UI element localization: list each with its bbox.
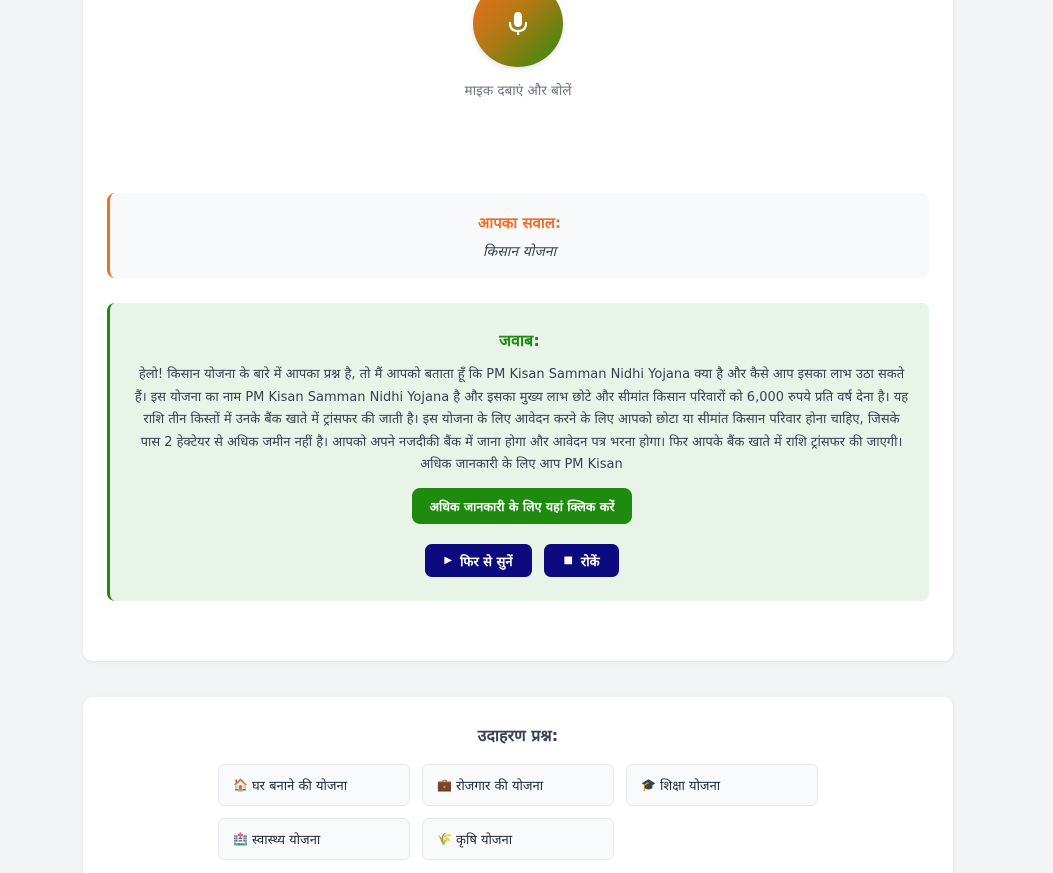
voice-assistant-card: माइक दबाएं और बोलें आपका सवाल: किसान योज… — [83, 0, 953, 661]
example-label: स्वास्थ्य योजना — [252, 833, 321, 848]
question-text: किसान योजना — [482, 244, 557, 260]
example-questions-card: उदाहरण प्रश्न: 🏠 घर बनाने की योजना 💼 रोज… — [83, 697, 953, 873]
stop-button[interactable]: ■ रोकें — [544, 544, 619, 577]
example-health[interactable]: 🏥 स्वास्थ्य योजना — [218, 818, 410, 860]
example-label: कृषि योजना — [456, 833, 513, 848]
graduation-cap-icon: 🎓 — [641, 778, 656, 792]
answer-text: हेलो! किसान योजना के बारे में आपका प्रश्… — [134, 367, 909, 472]
wheat-icon: 🌾 — [437, 832, 452, 846]
examples-title: उदाहरण प्रश्न: — [477, 726, 559, 745]
replay-label: फिर से सुनें — [460, 554, 513, 570]
more-info-button[interactable]: अधिक जानकारी के लिए यहां क्लिक करें — [412, 488, 632, 524]
example-label: रोजगार की योजना — [456, 779, 544, 794]
question-box: आपका सवाल: किसान योजना — [107, 193, 929, 278]
mic-button[interactable] — [473, 0, 563, 67]
example-employment[interactable]: 💼 रोजगार की योजना — [422, 764, 614, 806]
answer-box: जवाब: हेलो! किसान योजना के बारे में आपका… — [107, 303, 929, 601]
example-label: घर बनाने की योजना — [252, 779, 348, 794]
question-title: आपका सवाल: — [477, 214, 561, 232]
example-agriculture[interactable]: 🌾 कृषि योजना — [422, 818, 614, 860]
example-housing[interactable]: 🏠 घर बनाने की योजना — [218, 764, 410, 806]
house-icon: 🏠 — [233, 778, 248, 792]
example-label: शिक्षा योजना — [660, 779, 721, 794]
stop-icon: ■ — [563, 555, 573, 566]
answer-title: जवाब: — [499, 331, 540, 350]
microphone-icon — [508, 11, 528, 35]
briefcase-icon: 💼 — [437, 778, 452, 792]
hospital-icon: 🏥 — [233, 832, 248, 846]
example-education[interactable]: 🎓 शिक्षा योजना — [626, 764, 818, 806]
replay-button[interactable]: ▶ फिर से सुनें — [425, 544, 532, 577]
stop-label: रोकें — [580, 554, 600, 570]
mic-hint-text: माइक दबाएं और बोलें — [464, 83, 572, 99]
play-icon: ▶ — [444, 555, 453, 566]
